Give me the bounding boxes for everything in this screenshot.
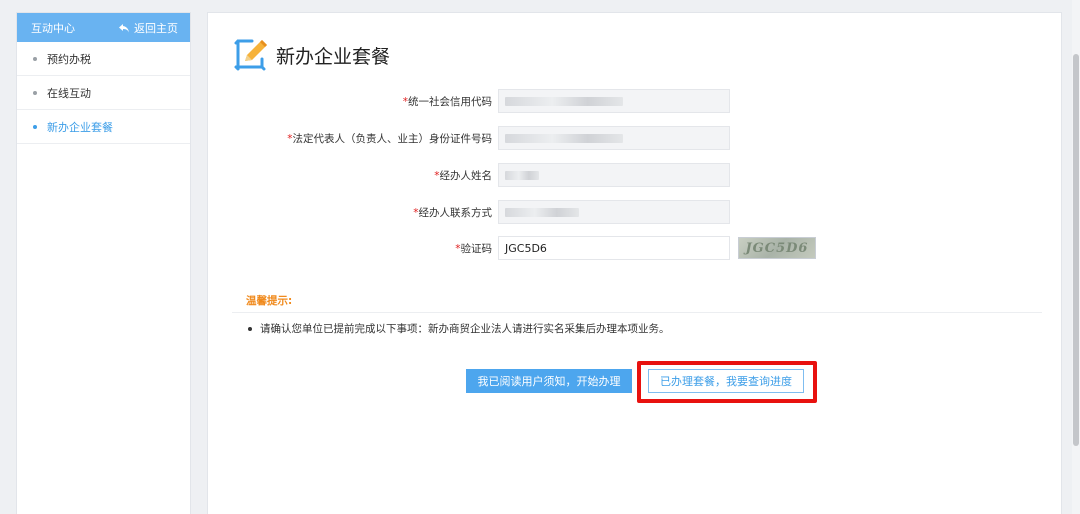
tip-text: 请确认您单位已提前完成以下事项：新办商贸企业法人请进行实名采集后办理本项业务。 [260,323,670,335]
masked-value [505,97,623,106]
captcha-input[interactable]: JGC5D6 [498,236,730,260]
form-row-legal-rep-id: *法定代表人（负责人、业主）身份证件号码 [208,126,730,150]
page-header: 新办企业套餐 [232,37,390,73]
back-home-label: 返回主页 [134,21,178,35]
main-panel: 新办企业套餐 *统一社会信用代码 *法定代表人（负责人、业主）身份证件号码 *经… [207,12,1062,514]
captcha-input-value: JGC5D6 [505,241,547,255]
field-label: *验证码 [455,242,492,255]
form-row-agent-name: *经办人姓名 [208,163,730,187]
field-label: *经办人联系方式 [413,206,492,219]
legal-rep-id-input[interactable] [498,126,730,150]
page-title: 新办企业套餐 [276,45,391,68]
form-row-credit-code: *统一社会信用代码 [208,89,730,113]
back-arrow-icon [119,23,129,32]
tip-item: 请确认您单位已提前完成以下事项：新办商贸企业法人请进行实名采集后办理本项业务。 [248,321,670,336]
field-label: *法定代表人（负责人、业主）身份证件号码 [287,132,492,145]
edit-pencil-icon [234,39,267,71]
page-scrollbar[interactable] [1072,0,1080,514]
credit-code-input[interactable] [498,89,730,113]
masked-value [505,134,623,143]
start-processing-button[interactable]: 我已阅读用户须知，开始办理 [466,369,632,393]
sidebar-item-label: 预约办税 [47,52,91,66]
field-label: *统一社会信用代码 [402,95,492,108]
masked-value [505,171,539,180]
back-home-link[interactable]: 返回主页 [118,20,178,36]
agent-name-input[interactable] [498,163,730,187]
sidebar-item-label: 新办企业套餐 [47,120,113,134]
sidebar: 互动中心 返回主页 预约办税 在线互动 新办企业套餐 [16,12,191,514]
sidebar-title: 互动中心 [31,21,75,35]
scrollbar-thumb[interactable] [1073,54,1079,446]
sidebar-item-appointment[interactable]: 预约办税 [17,42,190,76]
sidebar-item-online-interaction[interactable]: 在线互动 [17,76,190,110]
tips-divider [232,312,1042,313]
masked-value [505,208,579,217]
field-label: *经办人姓名 [434,169,492,182]
bullet-icon [33,90,37,95]
agent-contact-input[interactable] [498,200,730,224]
form-row-agent-contact: *经办人联系方式 [208,200,730,224]
captcha-image-text: JGC5D6 [745,240,809,256]
sidebar-item-label: 在线互动 [47,86,91,100]
query-progress-button[interactable]: 已办理套餐，我要查询进度 [648,369,804,393]
tips-title: 温馨提示: [246,295,293,307]
bullet-icon [33,124,37,129]
captcha-image[interactable]: JGC5D6 [738,237,816,259]
sidebar-header: 互动中心 返回主页 [17,13,190,42]
bullet-icon [248,326,252,331]
form-row-captcha: *验证码 JGC5D6 [208,236,730,260]
bullet-icon [33,56,37,61]
sidebar-item-new-enterprise-package[interactable]: 新办企业套餐 [17,110,190,144]
